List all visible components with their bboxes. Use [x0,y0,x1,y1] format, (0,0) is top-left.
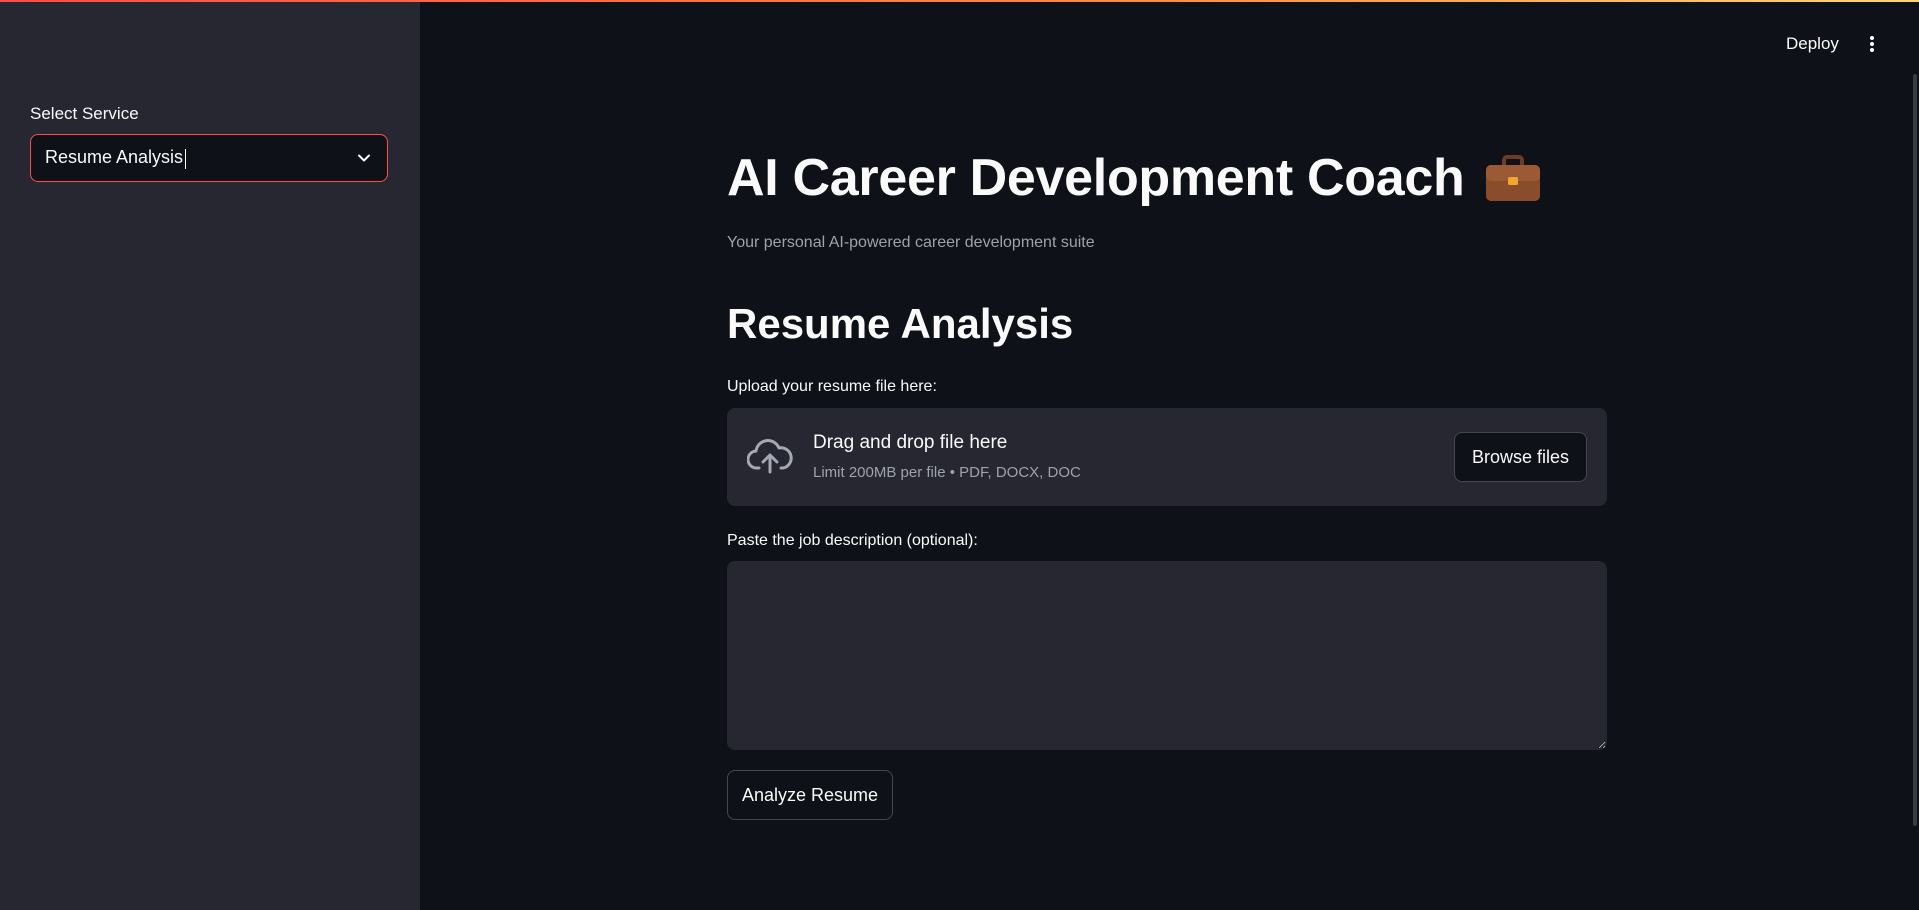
page-title-text: AI Career Development Coach [727,149,1465,207]
dropzone-title: Drag and drop file here [813,432,1008,453]
main-scrollbar[interactable] [1913,74,1917,826]
cloud-upload-icon [746,436,793,476]
chevron-down-icon [355,149,373,167]
file-dropzone[interactable]: Drag and drop file here Limit 200MB per … [727,408,1607,506]
section-title: Resume Analysis [727,300,1074,347]
sidebar: Select Service Resume Analysis [0,0,420,910]
briefcase-icon [1484,153,1542,203]
dropzone-limit-text: Limit 200MB per file • PDF, DOCX, DOC [813,464,1081,481]
top-decoration-stripe [0,0,1919,2]
page-title: AI Career Development Coach [727,148,1542,208]
deploy-button[interactable]: Deploy [1772,28,1853,60]
job-description-label: Paste the job description (optional): [727,532,978,549]
select-service-label: Select Service [30,104,139,123]
page-subtitle: Your personal AI-powered career developm… [727,234,1095,251]
more-vertical-icon[interactable] [1862,28,1882,60]
job-description-textarea[interactable] [727,561,1607,750]
browse-files-button[interactable]: Browse files [1454,432,1587,482]
upload-label: Upload your resume file here: [727,378,937,395]
service-select[interactable]: Resume Analysis [30,134,388,182]
analyze-resume-button[interactable]: Analyze Resume [727,770,893,820]
service-select-value: Resume Analysis [45,147,355,168]
